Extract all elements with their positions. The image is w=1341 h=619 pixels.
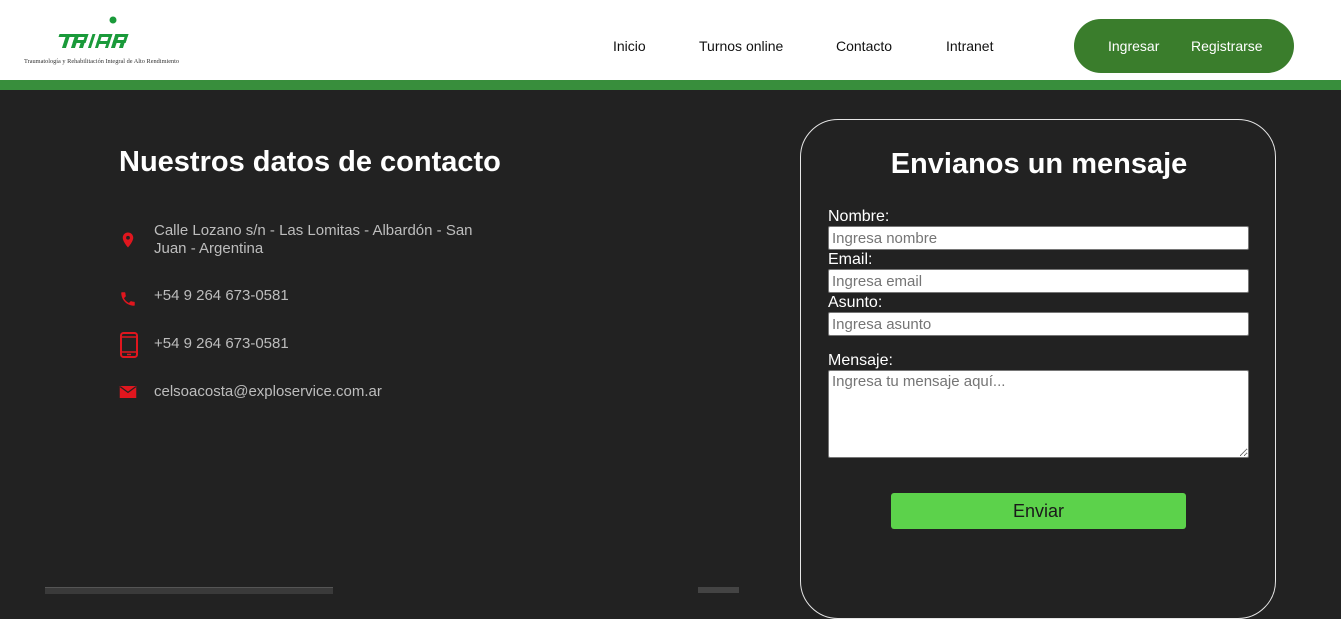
brand-tagline: Traumatología y Rehabilitación Integral … [24,58,180,65]
address-text: Calle Lozano s/n - Las Lomitas - Albardó… [154,222,473,257]
register-button[interactable]: Registrarse [1191,38,1263,54]
header-accent-bar [0,80,1341,90]
message-form-card: Envianos un mensaje Nombre: Email: Asunt… [800,119,1276,619]
mobile-phone-icon [120,332,138,358]
name-label: Nombre: [828,208,890,225]
form-title: Envianos un mensaje [890,148,1188,180]
email-text[interactable]: celsoacosta@exploservice.com.ar [154,383,484,401]
triar-logo-mark [58,16,129,48]
email-label: Email: [828,251,873,268]
brand-logo[interactable]: Traumatología y Rehabilitación Integral … [20,14,190,70]
nav-item-turnos-online[interactable]: Turnos online [699,38,783,54]
nav-item-inicio[interactable]: Inicio [613,38,646,54]
location-pin-icon [122,232,134,248]
subject-input[interactable] [828,312,1249,336]
phone-text: +54 9 264 673-0581 [154,287,289,304]
site-header: Traumatología y Rehabilitación Integral … [0,0,1341,80]
nav-item-contacto[interactable]: Contacto [836,38,892,54]
message-label: Mensaje: [828,352,893,369]
message-textarea[interactable] [828,370,1249,458]
name-input[interactable] [828,226,1249,250]
contact-title: Nuestros datos de contacto [119,146,501,178]
footer-block-edge [698,587,739,593]
mobile-text: +54 9 264 673-0581 [154,335,289,352]
envelope-icon [119,386,137,398]
email-input[interactable] [828,269,1249,293]
send-button[interactable]: Enviar [891,493,1186,529]
auth-pill: Ingresar Registrarse [1074,19,1294,73]
nav-item-intranet[interactable]: Intranet [946,38,993,54]
subject-label: Asunto: [828,294,883,311]
phone-icon [121,292,135,306]
login-button[interactable]: Ingresar [1108,38,1159,54]
